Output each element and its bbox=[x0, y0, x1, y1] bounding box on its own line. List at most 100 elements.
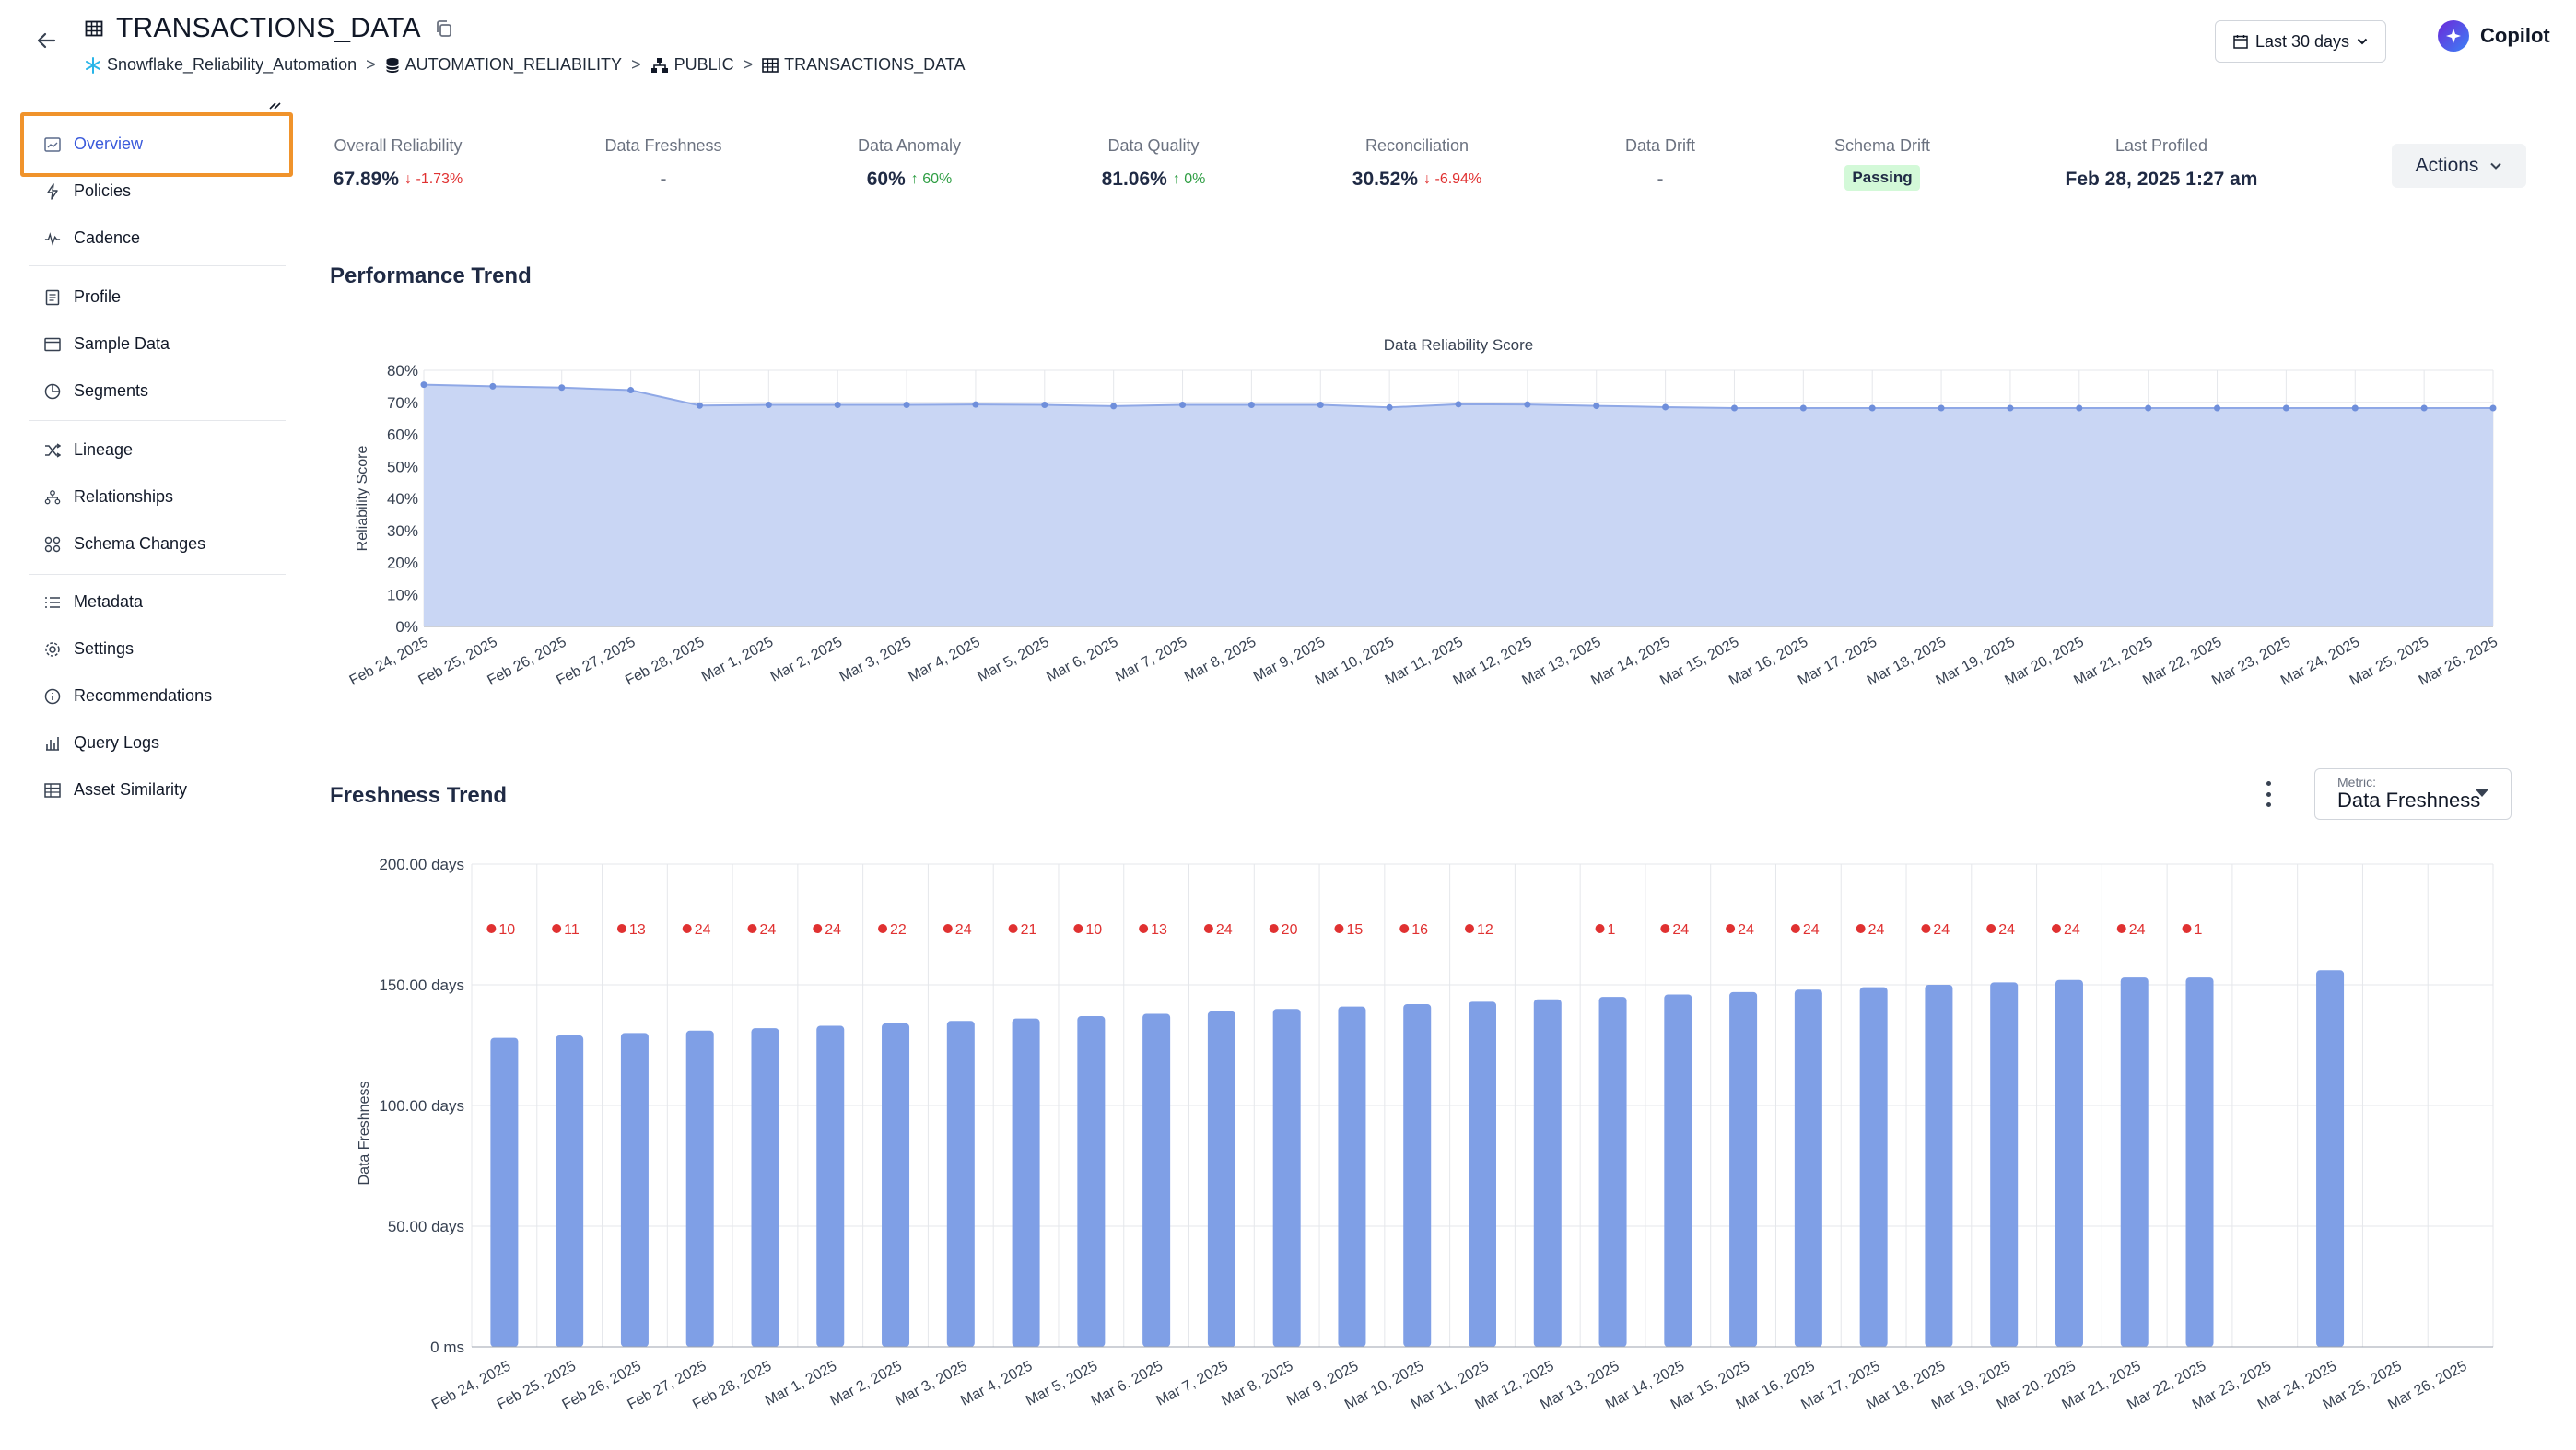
sidebar-item-recommendations[interactable]: Recommendations bbox=[44, 686, 212, 706]
sidebar-item-segments[interactable]: Segments bbox=[44, 381, 148, 401]
y-tick-label: 0 ms bbox=[430, 1339, 464, 1356]
chevron-right-icon: > bbox=[631, 55, 641, 74]
profile-icon bbox=[44, 289, 61, 306]
data-point bbox=[2420, 404, 2428, 412]
bolt-icon bbox=[44, 182, 61, 200]
sidebar-item-asset-similarity[interactable]: Asset Similarity bbox=[44, 780, 187, 800]
metric-data-drift: Data Drift - bbox=[1587, 136, 1734, 191]
back-button[interactable] bbox=[26, 20, 66, 61]
x-tick-label: Mar 6, 2025 bbox=[1044, 634, 1120, 684]
incident-count-label: 10 bbox=[498, 922, 515, 938]
overview-icon bbox=[44, 136, 61, 153]
data-point bbox=[1730, 404, 1738, 412]
arrow-left-icon bbox=[37, 32, 56, 49]
schema-icon bbox=[650, 57, 668, 73]
x-tick-label: Mar 4, 2025 bbox=[906, 634, 982, 684]
incident-count-label: 24 bbox=[2129, 922, 2146, 938]
metric-select[interactable]: Metric: Data Freshness bbox=[2314, 768, 2512, 820]
database-icon bbox=[385, 57, 399, 73]
x-tick-label: Mar 2, 2025 bbox=[828, 1358, 905, 1409]
metric-value: 81.06% bbox=[1101, 169, 1167, 190]
incident-marker bbox=[747, 924, 757, 933]
breadcrumb-database[interactable]: AUTOMATION_RELIABILITY bbox=[385, 55, 622, 75]
bar bbox=[1338, 1006, 1366, 1347]
y-tick-label: 70% bbox=[387, 394, 418, 412]
incident-count-label: 1 bbox=[1608, 922, 1616, 938]
incident-marker bbox=[1269, 924, 1279, 933]
incident-marker bbox=[1008, 924, 1018, 933]
metric-overall-reliability: Overall Reliability 67.89% ↓ -1.73% bbox=[333, 136, 463, 190]
x-tick-label: Mar 7, 2025 bbox=[1113, 634, 1189, 684]
sidebar-item-overview[interactable]: Overview bbox=[44, 134, 143, 154]
sidebar-divider bbox=[29, 420, 286, 421]
area-fill bbox=[424, 384, 2493, 626]
sidebar-item-relationships[interactable]: Relationships bbox=[44, 487, 173, 507]
sidebar-item-query-logs[interactable]: Query Logs bbox=[44, 733, 159, 753]
bar bbox=[1664, 994, 1692, 1347]
data-point bbox=[489, 382, 497, 390]
sidebar-item-profile[interactable]: Profile bbox=[44, 287, 121, 307]
chevron-down-icon bbox=[2490, 162, 2502, 170]
incident-marker bbox=[1856, 924, 1866, 933]
x-tick-label: Mar 3, 2025 bbox=[893, 1358, 969, 1409]
bar bbox=[685, 1030, 714, 1347]
sidebar-item-metadata[interactable]: Metadata bbox=[44, 592, 143, 612]
bar bbox=[1533, 999, 1562, 1347]
sidebar-item-cadence[interactable]: Cadence bbox=[44, 228, 140, 248]
x-tick-label: Mar 6, 2025 bbox=[1089, 1358, 1165, 1409]
incident-marker bbox=[1334, 924, 1344, 933]
sidebar-item-settings[interactable]: Settings bbox=[44, 639, 134, 659]
bar bbox=[1990, 982, 2019, 1347]
breadcrumb-schema[interactable]: PUBLIC bbox=[650, 55, 734, 75]
data-point bbox=[558, 384, 566, 392]
incident-marker bbox=[878, 924, 888, 933]
data-point bbox=[2145, 404, 2152, 412]
data-point bbox=[1179, 402, 1187, 409]
y-tick-label: 20% bbox=[387, 555, 418, 572]
more-options-icon[interactable] bbox=[2263, 781, 2274, 807]
bar bbox=[946, 1021, 975, 1347]
copilot-button[interactable]: Copilot bbox=[2438, 20, 2550, 52]
bar bbox=[490, 1037, 519, 1347]
y-tick-label: 150.00 days bbox=[379, 976, 464, 994]
data-point bbox=[903, 402, 910, 409]
incident-count-label: 24 bbox=[1933, 922, 1950, 938]
snowflake-icon bbox=[86, 56, 100, 74]
incident-marker bbox=[1726, 924, 1736, 933]
data-point bbox=[1799, 404, 1807, 412]
x-tick-label: Mar 10, 2025 bbox=[1313, 634, 1397, 688]
bar bbox=[2055, 979, 2083, 1347]
bar bbox=[882, 1023, 910, 1347]
incident-count-label: 21 bbox=[1021, 922, 1037, 938]
date-range-select[interactable]: Last 30 days bbox=[2215, 20, 2386, 63]
data-point bbox=[1593, 403, 1600, 410]
metric-value: 30.52% bbox=[1352, 169, 1419, 190]
incident-marker bbox=[1073, 924, 1083, 933]
freshness-trend-title: Freshness Trend bbox=[330, 783, 508, 808]
incident-count-label: 24 bbox=[1672, 922, 1689, 938]
x-tick-label: Mar 1, 2025 bbox=[699, 634, 776, 684]
breadcrumb-table[interactable]: TRANSACTIONS_DATA bbox=[762, 55, 965, 75]
bar bbox=[556, 1035, 584, 1347]
bar bbox=[1272, 1009, 1301, 1347]
page-title: TRANSACTIONS_DATA bbox=[116, 13, 421, 43]
sidebar-item-policies[interactable]: Policies bbox=[44, 181, 131, 201]
copy-icon[interactable] bbox=[434, 18, 454, 39]
chart-title: Data Reliability Score bbox=[1384, 336, 1534, 354]
metric-data-anomaly: Data Anomaly 60% ↑ 60% bbox=[857, 136, 962, 190]
incident-marker bbox=[486, 924, 497, 933]
data-point bbox=[2007, 404, 2014, 412]
incident-marker bbox=[1465, 924, 1474, 933]
metric-delta-up: ↑ 60% bbox=[910, 171, 953, 187]
sidebar-divider bbox=[29, 574, 286, 575]
performance-trend-title: Performance Trend bbox=[330, 263, 532, 288]
sidebar-item-lineage[interactable]: Lineage bbox=[44, 440, 133, 460]
y-tick-label: 30% bbox=[387, 522, 418, 540]
list-icon bbox=[44, 594, 61, 611]
sidebar-item-schema-changes[interactable]: Schema Changes bbox=[44, 534, 205, 554]
breadcrumb-connection[interactable]: Snowflake_Reliability_Automation bbox=[85, 55, 357, 75]
title-row: TRANSACTIONS_DATA bbox=[85, 13, 454, 44]
incident-marker bbox=[2182, 924, 2192, 933]
sidebar-item-sample-data[interactable]: Sample Data bbox=[44, 334, 170, 354]
actions-button[interactable]: Actions bbox=[2392, 144, 2526, 188]
